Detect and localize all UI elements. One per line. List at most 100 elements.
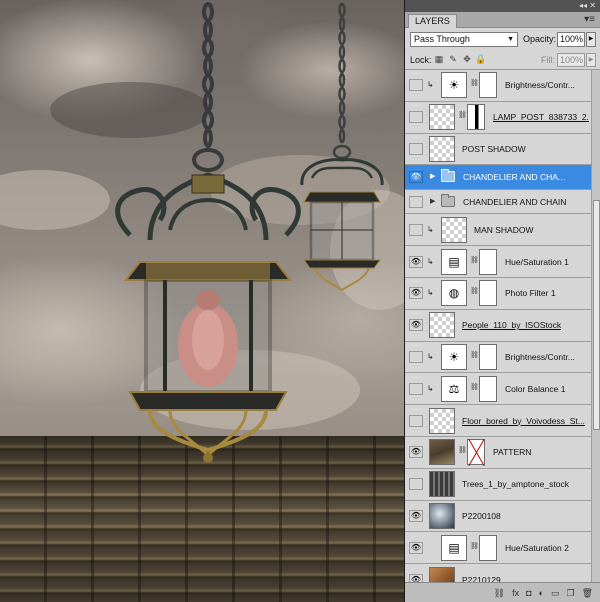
visibility-eye-icon[interactable]: 👁 [409, 287, 423, 300]
layer-thumbnail[interactable] [441, 216, 467, 243]
layer-row[interactable]: 👁 ↳ ▤ ⛓ Hue/Saturation 1 [405, 246, 591, 278]
panel-menu-icon[interactable]: ▾≡ [584, 13, 595, 26]
visibility-eye-icon[interactable]: 👁 [409, 142, 423, 155]
layer-mask-thumbnail[interactable] [479, 72, 497, 99]
fx-icon[interactable]: fx [512, 587, 519, 599]
brightness-icon[interactable]: ☀ [441, 72, 467, 99]
fill-slider-toggle[interactable]: ▶ [586, 53, 596, 67]
layer-row[interactable]: 👁 ▶ CHANDELIER AND CHA... [405, 165, 591, 190]
document-canvas[interactable] [0, 0, 404, 602]
layer-thumbnail[interactable] [429, 407, 455, 434]
new-group-icon[interactable]: ▭ [551, 587, 560, 599]
layer-mask-thumbnail[interactable] [467, 104, 485, 131]
layer-name: Hue/Saturation 1 [505, 256, 569, 267]
clipping-arrow-icon: ↳ [427, 224, 434, 234]
layer-mask-thumbnail[interactable] [479, 534, 497, 561]
layer-thumbnail[interactable] [429, 312, 455, 339]
layer-row[interactable]: 👁 ▶ CHANDELIER AND CHAIN [405, 189, 591, 215]
lock-transparency-icon[interactable]: ▦ [433, 53, 445, 65]
layer-thumbnail[interactable] [429, 104, 455, 131]
visibility-eye-icon[interactable]: 👁 [409, 414, 423, 427]
hue-sat-icon[interactable]: ▤ [441, 248, 467, 275]
layer-thumbnail[interactable] [429, 471, 455, 498]
expand-triangle-icon[interactable]: ▶ [430, 172, 435, 180]
layer-row[interactable]: 👁 Trees_1_by_amptone_stock [405, 468, 591, 501]
layer-name: CHANDELIER AND CHA... [463, 172, 566, 183]
layer-row[interactable]: 👁 ▤ ⛓ Hue/Saturation 2 [405, 532, 591, 565]
new-adjustment-icon[interactable]: ◐ [539, 587, 544, 599]
link-icon[interactable]: ⛓ [470, 79, 479, 87]
hue-sat-icon[interactable]: ▤ [441, 534, 467, 561]
layer-thumbnail[interactable] [429, 135, 455, 162]
layer-mask-thumbnail[interactable] [479, 280, 497, 307]
layer-mask-thumbnail[interactable] [479, 343, 497, 370]
lock-position-icon[interactable]: ✥ [461, 53, 473, 65]
visibility-eye-icon[interactable]: 👁 [409, 446, 423, 459]
layer-row[interactable]: 👁 ↳ MAN SHADOW [405, 214, 591, 247]
visibility-eye-icon[interactable]: 👁 [409, 541, 423, 554]
layer-mask-thumbnail[interactable] [479, 248, 497, 275]
visibility-eye-icon[interactable]: 👁 [409, 478, 423, 491]
layer-row[interactable]: 👁 People_110_by_ISOStock [405, 309, 591, 342]
new-layer-icon[interactable]: ❐ [566, 587, 574, 599]
layer-name: MAN SHADOW [474, 224, 534, 235]
layer-mask-thumbnail[interactable] [479, 375, 497, 402]
layer-row[interactable]: 👁 ↳ ☀⛓ Brightness/Contr... [405, 341, 591, 374]
panel-title-bar: ◂◂ ✕ [405, 0, 600, 12]
layer-name: P2210129 [462, 574, 501, 582]
photo-filter-icon[interactable]: ◍ [441, 280, 467, 307]
link-icon[interactable]: ⛓ [458, 446, 467, 454]
link-layers-icon[interactable]: ⛓ [494, 587, 505, 599]
layer-thumbnail[interactable] [429, 439, 455, 466]
visibility-eye-icon[interactable]: 👁 [409, 171, 423, 184]
layer-row[interactable]: 👁 ↳ ⚖⛓ Color Balance 1 [405, 373, 591, 406]
link-icon[interactable]: ⛓ [470, 383, 479, 391]
link-icon[interactable]: ⛓ [470, 256, 479, 264]
scrollbar-thumb[interactable] [593, 200, 600, 430]
layer-row[interactable]: 👁 ⛓ PATTERN [405, 436, 591, 469]
tab-layers[interactable]: LAYERS [408, 14, 457, 28]
layer-row[interactable]: 👁 ⛓ LAMP_POST_838733_2... [405, 101, 591, 134]
layer-row[interactable]: 👁 Floor_bored_by_Voivodess_St... [405, 405, 591, 437]
layer-name: P2200108 [462, 510, 501, 521]
link-icon[interactable]: ⛓ [458, 111, 467, 119]
brightness-icon[interactable]: ☀ [441, 343, 467, 370]
visibility-eye-icon[interactable]: 👁 [409, 509, 423, 522]
visibility-eye-icon[interactable]: 👁 [409, 195, 423, 208]
visibility-eye-icon[interactable]: 👁 [409, 382, 423, 395]
add-mask-icon[interactable]: ◘ [526, 587, 531, 599]
visibility-eye-icon[interactable]: 👁 [409, 79, 423, 92]
layer-row[interactable]: 👁 ↳ ☀⛓ Brightness/Contr... [405, 70, 591, 102]
visibility-eye-icon[interactable]: 👁 [409, 350, 423, 363]
layer-row[interactable]: 👁 P2210129 [405, 564, 591, 582]
layer-thumbnail[interactable] [429, 566, 455, 582]
link-icon[interactable]: ⛓ [470, 351, 479, 359]
layer-row[interactable]: 👁 POST SHADOW [405, 133, 591, 166]
visibility-eye-icon[interactable]: 👁 [409, 111, 423, 124]
visibility-eye-icon[interactable]: 👁 [409, 573, 423, 582]
link-icon[interactable]: ⛓ [470, 287, 479, 295]
layer-row[interactable]: 👁 ↳ ◍ ⛓ Photo Filter 1 [405, 277, 591, 310]
small-chain [332, 2, 352, 160]
lock-paint-icon[interactable]: ✎ [447, 53, 459, 65]
layer-mask-thumbnail[interactable] [467, 439, 485, 466]
visibility-eye-icon[interactable]: 👁 [409, 319, 423, 332]
layer-row[interactable]: 👁 P2200108 [405, 500, 591, 533]
clipping-arrow-icon: ↳ [427, 256, 434, 266]
large-chain [192, 2, 224, 172]
link-icon[interactable]: ⛓ [470, 542, 479, 550]
visibility-eye-icon[interactable]: 👁 [409, 223, 423, 236]
expand-triangle-icon[interactable]: ▶ [430, 197, 435, 205]
fill-field[interactable]: 100% [557, 53, 585, 67]
visibility-eye-icon[interactable]: 👁 [409, 255, 423, 268]
opacity-slider-toggle[interactable]: ▶ [586, 32, 596, 47]
delete-icon[interactable]: 🗑 [582, 587, 593, 599]
lock-all-icon[interactable]: 🔒 [475, 53, 487, 65]
folder-icon [441, 169, 455, 183]
color-balance-icon[interactable]: ⚖ [441, 375, 467, 402]
opacity-field[interactable]: 100% [557, 32, 585, 47]
collapse-panel-icon[interactable]: ◂◂ ✕ [579, 1, 596, 11]
blend-mode-select[interactable]: Pass Through ▼ [410, 32, 518, 47]
layers-scrollbar[interactable] [591, 70, 600, 582]
layer-thumbnail[interactable] [429, 502, 455, 529]
